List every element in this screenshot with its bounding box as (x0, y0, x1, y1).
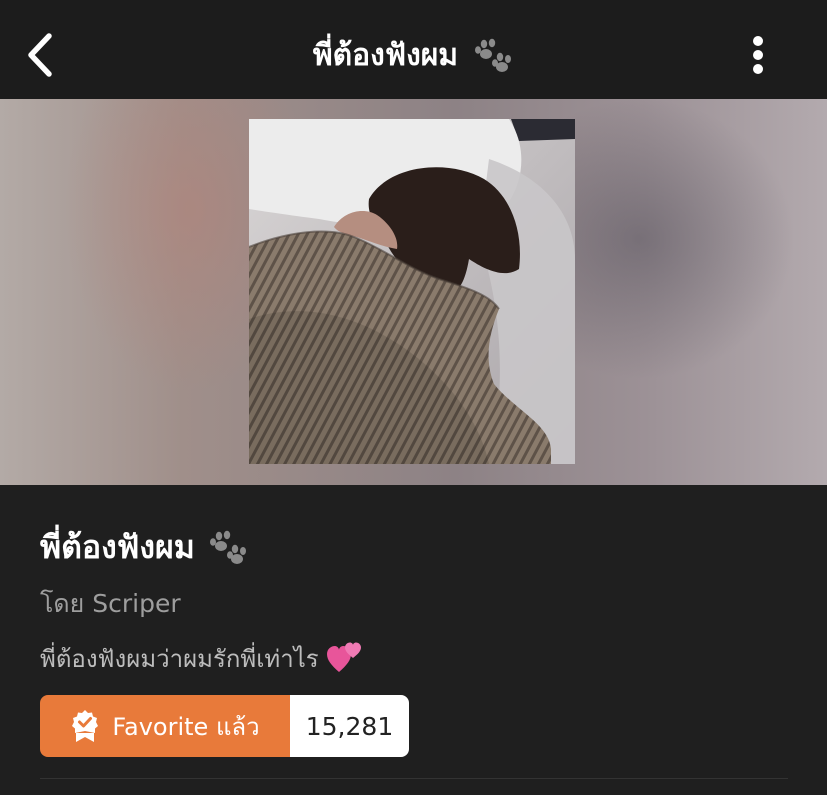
story-description-text: พี่ต้องฟังผมว่าผมรักพี่เท่าไร (40, 644, 319, 673)
two-hearts-icon (326, 642, 361, 672)
more-options-button[interactable] (736, 30, 780, 80)
story-description: พี่ต้องฟังผมว่าผมรักพี่เท่าไร (40, 638, 363, 678)
story-page: พี่ต้องฟังผม พี่ต้องฟังผม โดย Scriper พี… (0, 0, 827, 795)
nav-title-text: พี่ต้องฟังผม (312, 37, 459, 73)
favorite-count: 15,281 (290, 695, 409, 757)
favorite-group: Favorite แล้ว 15,281 (40, 695, 409, 757)
nav-title: พี่ต้องฟังผม (180, 28, 647, 82)
favorite-button[interactable]: Favorite แล้ว (40, 695, 290, 757)
story-cover-image[interactable] (249, 119, 575, 464)
story-title: พี่ต้องฟังผม (40, 522, 249, 572)
more-vertical-icon (753, 36, 763, 74)
story-title-text: พี่ต้องฟังผม (40, 527, 195, 566)
section-divider (40, 778, 788, 779)
top-nav-bar: พี่ต้องฟังผม (0, 0, 827, 99)
paw-prints-icon (209, 530, 246, 564)
chevron-left-icon (28, 33, 52, 77)
paw-prints-icon (475, 38, 512, 72)
favorite-button-label: Favorite แล้ว (112, 712, 260, 741)
story-author[interactable]: โดย Scriper (40, 586, 181, 622)
bookmark-check-icon (72, 710, 99, 742)
back-button[interactable] (18, 28, 62, 82)
cover-background (0, 99, 827, 485)
